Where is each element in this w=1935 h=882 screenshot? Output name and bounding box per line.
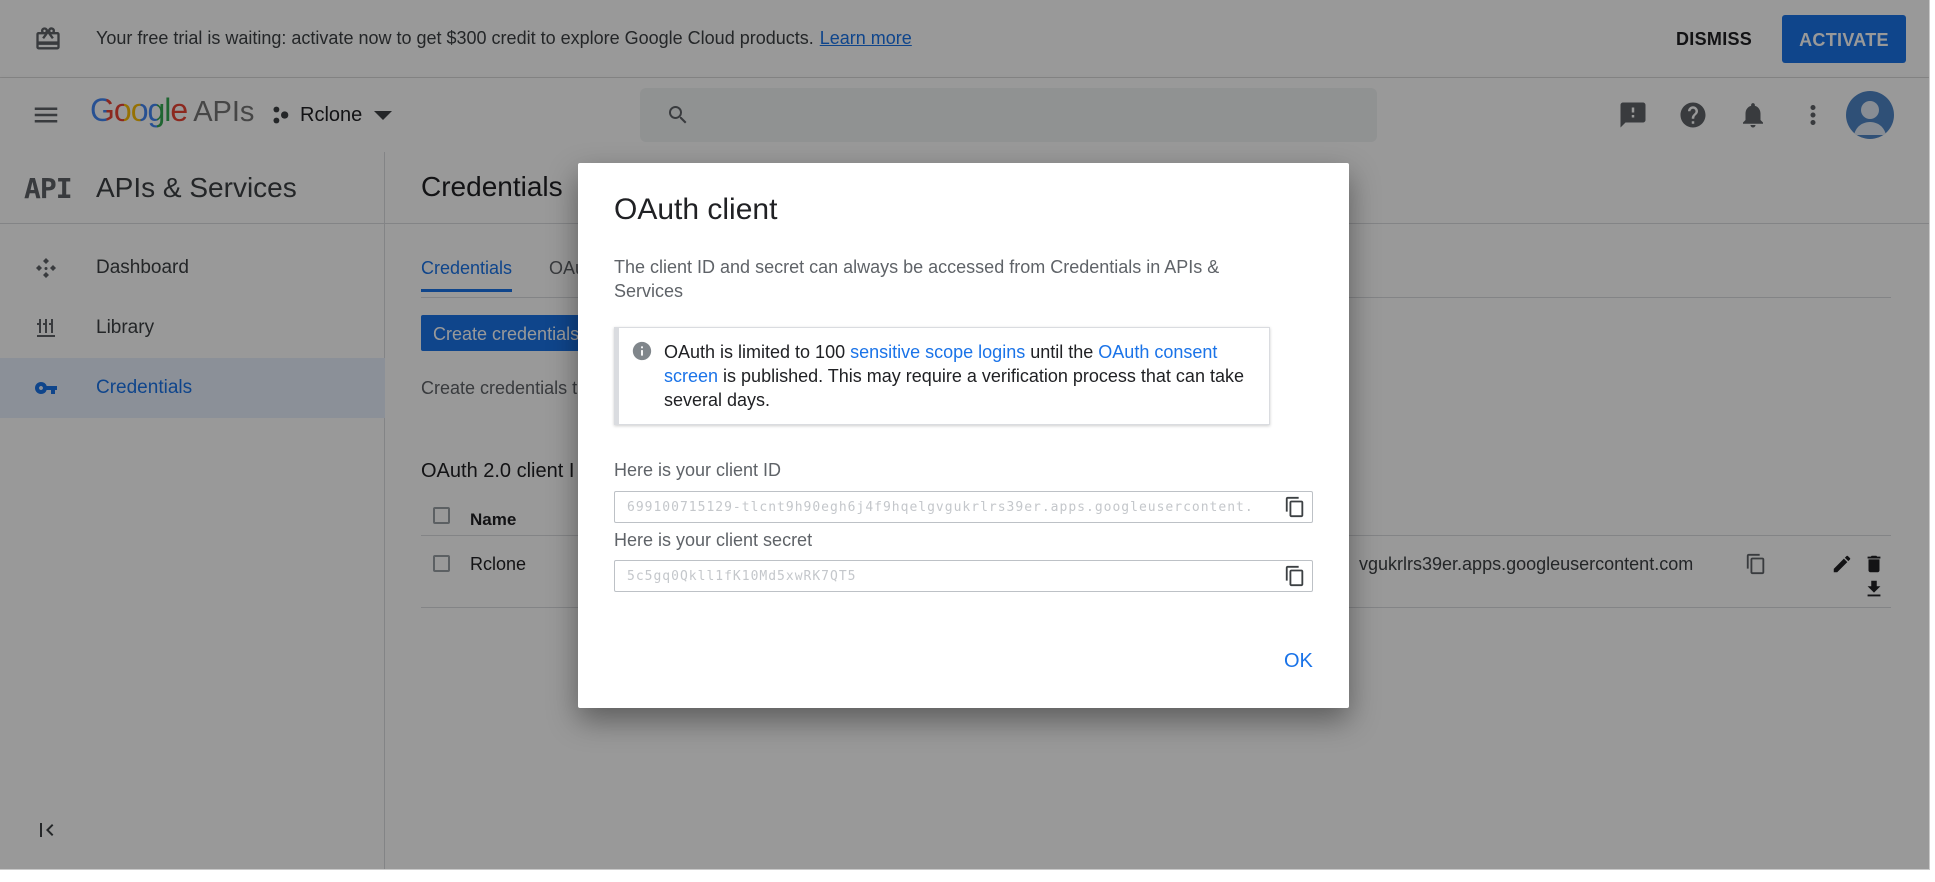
app-window: Your free trial is waiting: activate now…	[0, 0, 1930, 870]
client-id-field[interactable]	[614, 491, 1313, 523]
notice-text-part: until the	[1030, 342, 1094, 362]
info-icon	[632, 341, 652, 361]
client-secret-label: Here is your client secret	[614, 530, 813, 550]
client-id-label: Here is your client ID	[614, 460, 782, 480]
client-id-input[interactable]	[615, 492, 1265, 522]
oauth-limit-notice: OAuth is limited to 100 sensitive scope …	[614, 327, 1270, 425]
dialog-title: OAuth client	[614, 193, 778, 226]
notice-text-part: OAuth is limited to 100	[664, 342, 846, 362]
notice-text: OAuth is limited to 100 sensitive scope …	[664, 340, 1259, 412]
notice-text-part: is published. This may require a verific…	[664, 366, 1244, 410]
window-frame: Your free trial is waiting: activate now…	[0, 0, 1935, 882]
copy-icon[interactable]	[1284, 565, 1306, 587]
dialog-description: The client ID and secret can always be a…	[614, 257, 1220, 301]
ok-button[interactable]: OK	[1276, 643, 1321, 679]
client-secret-input[interactable]	[615, 561, 1265, 591]
copy-icon[interactable]	[1284, 496, 1306, 518]
sensitive-scope-logins-link[interactable]: sensitive scope logins	[850, 342, 1025, 362]
client-secret-field[interactable]	[614, 560, 1313, 592]
oauth-client-dialog: OAuth client The client ID and secret ca…	[578, 163, 1349, 708]
